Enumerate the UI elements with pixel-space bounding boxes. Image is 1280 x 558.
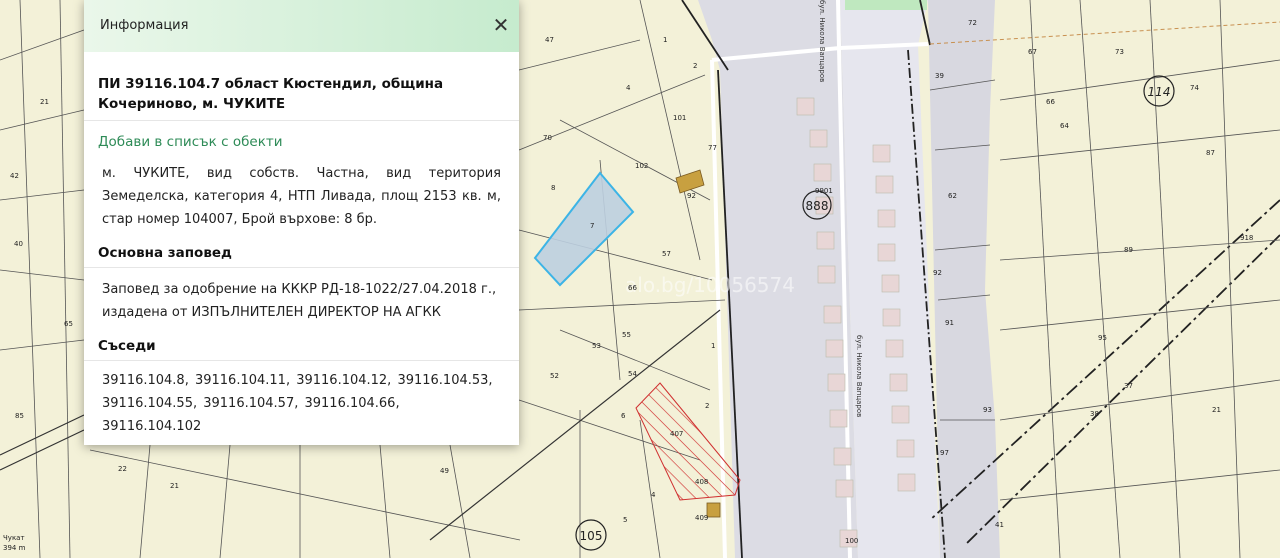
- plot-number: 22: [118, 465, 127, 473]
- neighbors-list: 39116.104.8, 39116.104.11, 39116.104.12,…: [102, 369, 501, 438]
- plot-number: 9901: [815, 187, 833, 195]
- panel-title: Информация: [100, 18, 189, 33]
- info-panel: Информация ✕ ПИ 39116.104.7 област Кюсте…: [84, 0, 519, 445]
- plot-number: 93: [983, 406, 992, 414]
- neighbors-heading: Съседи: [84, 332, 519, 361]
- plot-number: 55: [622, 331, 631, 339]
- order-text-line: издадена от ИЗПЪЛНИТЕЛЕН ДИРЕКТОР НА АГК…: [102, 305, 441, 320]
- plot-number: 101: [673, 114, 686, 122]
- plot-number: 47: [545, 36, 554, 44]
- close-icon[interactable]: ✕: [493, 13, 510, 37]
- plot-number: 73: [1115, 48, 1124, 56]
- neighbors-line: 39116.104.8, 39116.104.11, 39116.104.12,…: [102, 373, 493, 388]
- plot-number: 89: [1124, 246, 1133, 254]
- plot-number: 65: [64, 320, 73, 328]
- plot-number: 2: [693, 62, 697, 70]
- plot-number: 70: [543, 134, 552, 142]
- plot-number: 21: [1212, 406, 1221, 414]
- plot-number: 67: [1028, 48, 1037, 56]
- plot-number: 5: [623, 516, 627, 524]
- parcel-heading: ПИ 39116.104.7 област Кюстендил, община …: [84, 52, 519, 121]
- plot-number: 1: [663, 36, 667, 44]
- plot-number: 49: [440, 467, 449, 475]
- block-label: 888: [806, 199, 829, 213]
- plot-number: 62: [948, 192, 957, 200]
- plot-number: 91: [945, 319, 954, 327]
- plot-number: 21: [40, 98, 49, 106]
- plot-number: 1: [711, 342, 715, 350]
- plot-number: 39: [935, 72, 944, 80]
- plot-number: 2: [705, 402, 709, 410]
- plot-number: 64: [1060, 122, 1069, 130]
- street-name: бул. Никола Вапцаров: [818, 0, 826, 82]
- plot-number: 4: [651, 491, 656, 499]
- plot-number: 92: [687, 192, 696, 200]
- plot-number: 53: [592, 342, 601, 350]
- plot-number: 100: [845, 537, 858, 545]
- plot-number: 66: [1046, 98, 1055, 106]
- plot-number: 918: [1240, 234, 1253, 242]
- add-to-list-link[interactable]: Добави в списък с обекти: [98, 134, 519, 150]
- watermark: alo.bg/10056574: [625, 273, 795, 297]
- plot-number: 21: [170, 482, 179, 490]
- plot-number: 409: [695, 514, 708, 522]
- plot-number: 57: [662, 250, 671, 258]
- order-text-line: Заповед за одобрение на КККР РД-18-1022/…: [102, 282, 497, 297]
- plot-number: 52: [550, 372, 559, 380]
- street-name: бул. Никола Вапцаров: [855, 335, 863, 417]
- plot-number: 95: [1098, 334, 1107, 342]
- order-heading: Основна заповед: [84, 239, 519, 268]
- plot-number: 74: [1190, 84, 1199, 92]
- building: [706, 502, 721, 518]
- plot-number: 8: [551, 184, 555, 192]
- green-area: [845, 0, 927, 10]
- plot-number: 85: [15, 412, 24, 420]
- peak-elevation: 394 m: [3, 544, 26, 552]
- plot-number: 87: [1206, 149, 1215, 157]
- peak-name: Чукат: [3, 534, 25, 542]
- plot-number: 7: [590, 222, 594, 230]
- panel-header: Информация ✕: [84, 0, 519, 52]
- neighbors-line: 39116.104.55, 39116.104.57, 39116.104.66…: [102, 396, 400, 434]
- plot-number: 72: [968, 19, 977, 27]
- plot-number: 42: [10, 172, 19, 180]
- plot-number: 408: [695, 478, 708, 486]
- block-label: 114: [1148, 85, 1171, 99]
- plot-number: 38: [1090, 410, 1099, 418]
- plot-number: 407: [670, 430, 683, 438]
- plot-number: 92: [933, 269, 942, 277]
- plot-number: 41: [995, 521, 1004, 529]
- plot-number: 6: [621, 412, 626, 420]
- plot-number: 37: [1124, 382, 1133, 390]
- order-text: Заповед за одобрение на КККР РД-18-1022/…: [102, 278, 501, 324]
- close-button[interactable]: ✕: [491, 14, 511, 36]
- plot-number: 77: [708, 144, 717, 152]
- plot-number: 40: [14, 240, 23, 248]
- plot-number: 66: [628, 284, 637, 292]
- parcel-description: м. ЧУКИТЕ, вид собств. Частна, вид терит…: [102, 166, 501, 227]
- block-label: 105: [580, 529, 603, 543]
- plot-number: 102: [635, 162, 648, 170]
- plot-number: 4: [626, 84, 631, 92]
- plot-number: 97: [940, 449, 949, 457]
- plot-number: 54: [628, 370, 637, 378]
